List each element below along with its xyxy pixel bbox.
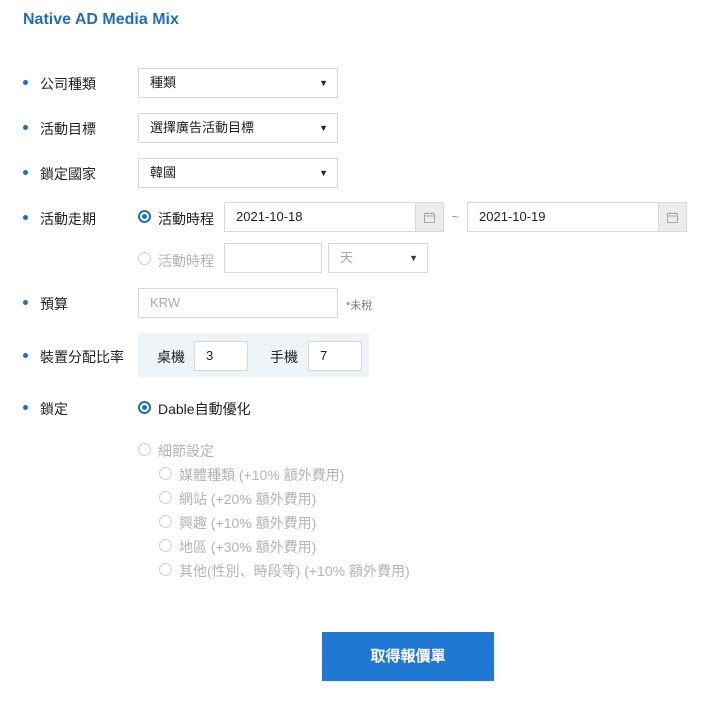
end-date-input[interactable]: 2021-10-19 [467,202,659,232]
targeting-auto-label: Dable自動優化 [158,401,251,417]
detail-option-radio[interactable] [159,563,172,576]
bullet-icon [23,353,28,358]
caret-down-icon: ▼ [319,123,328,133]
detail-option-radio[interactable] [159,467,172,480]
caret-down-icon: ▼ [409,253,418,263]
get-quote-button[interactable]: 取得報價單 [322,632,494,681]
targeting-detail-radio[interactable] [138,443,151,456]
calendar-icon [667,212,678,223]
caret-down-icon: ▼ [319,78,328,88]
end-date-calendar-button[interactable] [659,202,687,232]
detail-option-label: 興趣 (+10% 額外費用) [179,515,317,531]
company-type-value: 種類 [150,75,177,90]
start-date-input[interactable]: 2021-10-18 [224,202,416,232]
period-dates-radio[interactable] [138,210,151,223]
mobile-ratio-input[interactable]: 7 [308,341,362,371]
period-duration-radio[interactable] [138,252,151,265]
detail-option-label: 媒體種類 (+10% 額外費用) [179,467,345,483]
target-country-select[interactable]: 韓國 ▼ [138,158,338,188]
targeting-detail-label: 細節設定 [158,443,214,459]
bullet-icon [23,215,28,220]
tax-note: *未稅 [346,300,373,312]
budget-label: 預算 [40,296,68,312]
detail-option-label: 網站 (+20% 額外費用) [179,491,317,507]
targeting-label: 鎖定 [40,401,68,417]
period-duration-label: 活動時程 [158,253,214,269]
detail-option-radio[interactable] [159,515,172,528]
desktop-label: 桌機 [157,349,185,365]
period-dates-label: 活動時程 [158,211,214,227]
detail-option-label: 地區 (+30% 額外費用) [179,539,317,555]
targeting-auto-radio[interactable] [138,401,151,414]
page-title: Native AD Media Mix [23,11,179,28]
target-country-value: 韓國 [150,165,177,180]
calendar-icon [424,212,435,223]
start-date-calendar-button[interactable] [416,202,444,232]
bullet-icon [23,170,28,175]
campaign-period-label: 活動走期 [40,211,96,227]
mobile-label: 手機 [270,349,298,365]
desktop-ratio-input[interactable]: 3 [194,341,248,371]
detail-option-label: 其他(性別、時段等) (+10% 額外費用) [179,563,410,579]
bullet-icon [23,300,28,305]
bullet-icon [23,405,28,410]
device-ratio-label: 裝置分配比率 [40,349,124,365]
duration-input[interactable] [224,243,322,273]
company-type-select[interactable]: 種類 ▼ [138,68,338,98]
budget-input[interactable]: KRW [138,288,338,318]
campaign-goal-label: 活動目標 [40,121,96,137]
detail-option-radio[interactable] [159,539,172,552]
target-country-label: 鎖定國家 [40,166,96,182]
bullet-icon [23,80,28,85]
caret-down-icon: ▼ [319,168,328,178]
bullet-icon [23,125,28,130]
duration-unit-select[interactable]: 天 ▼ [328,243,428,273]
duration-unit-value: 天 [340,250,354,265]
date-separator: ~ [452,210,460,224]
company-type-label: 公司種類 [40,76,96,92]
campaign-goal-value: 選擇廣告活動目標 [150,120,255,135]
campaign-goal-select[interactable]: 選擇廣告活動目標 ▼ [138,113,338,143]
detail-option-radio[interactable] [159,491,172,504]
